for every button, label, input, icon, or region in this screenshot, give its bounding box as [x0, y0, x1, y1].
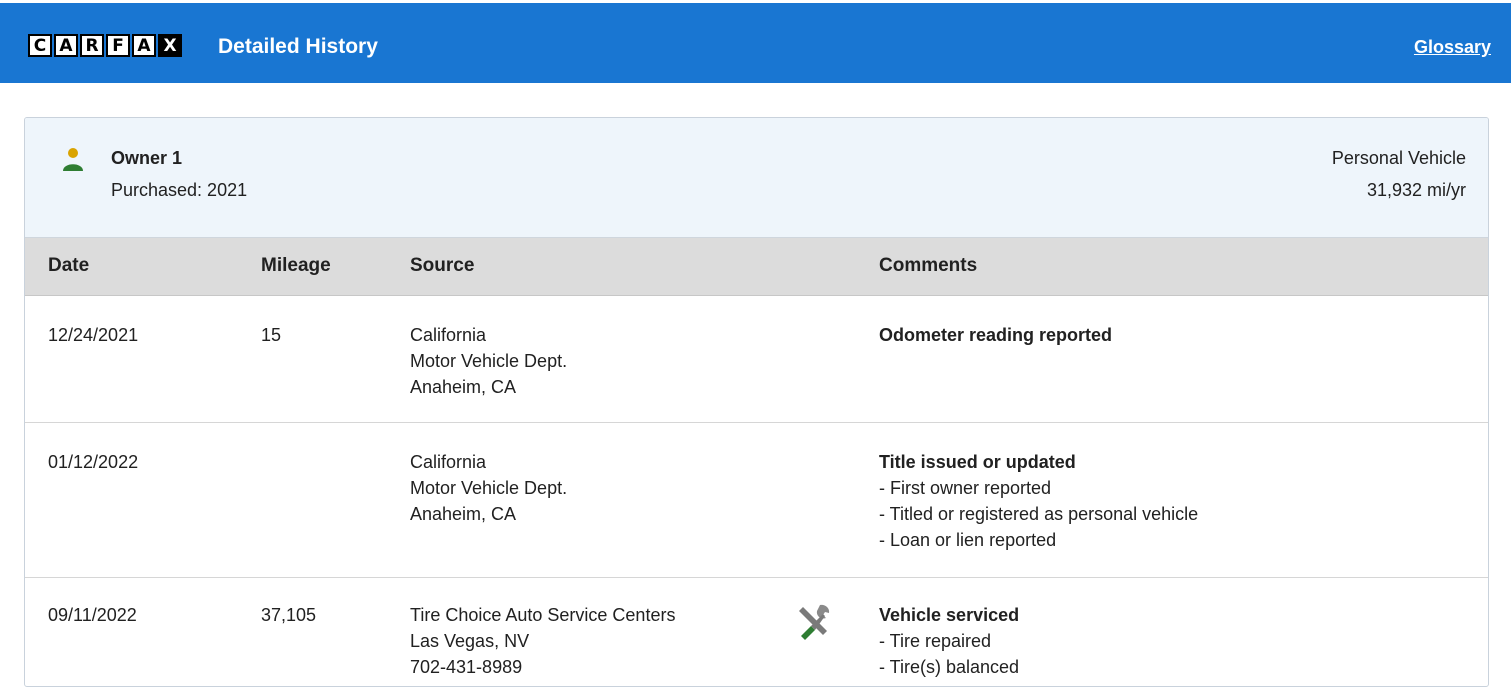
glossary-link[interactable]: Glossary [1414, 37, 1491, 58]
service-tools-icon [799, 604, 830, 640]
owner-purchased: Purchased: 2021 [111, 180, 248, 200]
row-date: 09/11/2022 [48, 605, 137, 625]
comment-item: - Tire repaired [879, 631, 992, 651]
logo-letter: X [158, 34, 182, 57]
vehicle-use: Personal Vehicle [1331, 148, 1466, 168]
logo-letter: F [106, 34, 130, 57]
comment-item: - Loan or lien reported [879, 530, 1057, 550]
column-mileage: Mileage [261, 255, 331, 276]
table-row: 12/24/2021 15 California Motor Vehicle D… [25, 296, 1488, 423]
source-line: 702-431-8989 [410, 657, 523, 677]
logo-letter: C [28, 34, 52, 57]
row-mileage: 37,105 [261, 605, 317, 625]
owner-name: Owner 1 [111, 148, 183, 168]
source-line: Anaheim, CA [410, 504, 517, 524]
column-comments: Comments [879, 255, 978, 276]
table-header: Date Mileage Source Comments [25, 238, 1488, 296]
logo-letter: A [54, 34, 78, 57]
comment-title: Vehicle serviced [879, 605, 1020, 625]
logo-letter: R [80, 34, 104, 57]
source-line: Las Vegas, NV [410, 631, 530, 651]
comment-item: - Titled or registered as personal vehic… [879, 504, 1199, 524]
source-line: California [410, 452, 487, 472]
owner-history-card: Owner 1 Purchased: 2021 Personal Vehicle… [24, 117, 1489, 687]
row-mileage: 15 [261, 325, 282, 345]
column-date: Date [48, 255, 90, 276]
comment-item: - First owner reported [879, 478, 1052, 498]
row-date: 12/24/2021 [48, 325, 139, 345]
row-source: Tire Choice Auto Service Centers Las Veg… [410, 602, 675, 680]
carfax-logo: C A R F A X [28, 34, 182, 57]
logo-letter: A [132, 34, 156, 57]
report-header: C A R F A X Detailed History Glossary [0, 3, 1511, 83]
comment-item: - Tire(s) balanced [879, 657, 1020, 677]
table-row: 09/11/2022 37,105 Tire Choice Auto Servi… [25, 578, 1488, 686]
source-line: Motor Vehicle Dept. [410, 478, 568, 498]
page-title: Detailed History [218, 35, 378, 58]
row-source: California Motor Vehicle Dept. Anaheim, … [410, 322, 567, 400]
row-comments: Vehicle serviced - Tire repaired - Tire(… [879, 602, 1019, 680]
person-icon [63, 148, 83, 171]
table-row: 01/12/2022 California Motor Vehicle Dept… [25, 423, 1488, 578]
row-comments: Title issued or updated - First owner re… [879, 449, 1198, 553]
row-source: California Motor Vehicle Dept. Anaheim, … [410, 449, 567, 527]
source-line: Tire Choice Auto Service Centers [410, 605, 676, 625]
owner-summary: Owner 1 Purchased: 2021 Personal Vehicle… [25, 118, 1488, 238]
column-source: Source [410, 255, 475, 276]
comment-title: Title issued or updated [879, 452, 1076, 472]
row-date: 01/12/2022 [48, 452, 139, 472]
mileage-rate: 31,932 mi/yr [1366, 180, 1466, 200]
source-line: Motor Vehicle Dept. [410, 351, 568, 371]
row-comments: Odometer reading reported [879, 322, 1112, 348]
source-line: Anaheim, CA [410, 377, 517, 397]
source-line: California [410, 325, 487, 345]
comment-title: Odometer reading reported [879, 325, 1113, 345]
